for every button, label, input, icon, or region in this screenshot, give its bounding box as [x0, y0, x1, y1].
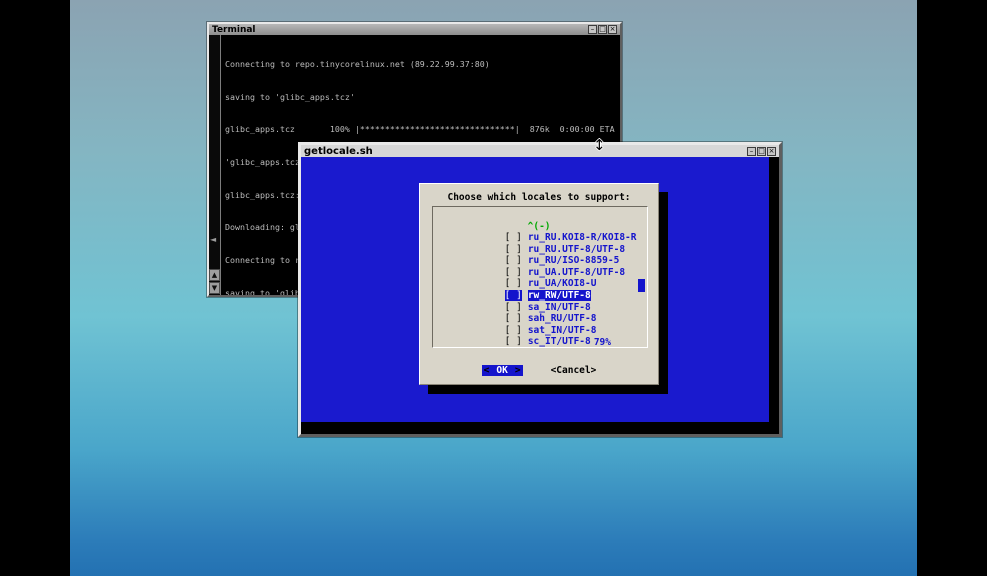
screen: { "colors": { "screen_blue": "#1a1ace", … — [0, 0, 987, 576]
list-scrollbar-thumb — [638, 279, 645, 292]
iconify-icon[interactable]: – — [747, 147, 756, 156]
scroll-up-indicator: ^(-) — [433, 209, 647, 221]
checkbox[interactable]: [ ] — [505, 313, 522, 324]
checkbox[interactable]: [ ] — [505, 255, 522, 266]
getlocale-titlebar[interactable]: getlocale.sh – □ × — [301, 145, 779, 157]
close-icon[interactable]: × — [608, 25, 617, 34]
scroll-down-indicator: v(+) 79% — [433, 337, 647, 348]
close-icon[interactable]: × — [767, 147, 776, 156]
dialog-screen: Choose which locales to support: ^(-) [ … — [301, 157, 769, 422]
getlocale-body: Choose which locales to support: ^(-) [ … — [301, 157, 779, 434]
terminal-scrollbar[interactable]: ◄ ▲ ▼ — [209, 35, 221, 295]
resize-cursor-icon: ↕ — [593, 136, 606, 154]
cancel-button[interactable]: <Cancel> — [551, 365, 597, 376]
checkbox[interactable]: [ ] — [505, 278, 522, 289]
terminal-title: Terminal — [212, 25, 256, 35]
scroll-up-icon[interactable]: ▲ — [209, 269, 220, 281]
checkbox[interactable]: [ ] — [505, 302, 522, 313]
dialog-title: Choose which locales to support: — [420, 192, 658, 203]
terminal-line: glibc_apps.tcz 100% |*******************… — [225, 124, 620, 135]
locale-list: ^(-) [ ]ru_RU.KOI8-R/KOI8-R [ ]ru_RU.UTF… — [432, 206, 648, 348]
scroll-down-icon[interactable]: ▼ — [209, 282, 220, 294]
locale-dialog: Choose which locales to support: ^(-) [ … — [419, 183, 659, 385]
scrollbar-thumb-icon[interactable]: ◄ — [210, 235, 216, 244]
terminal-window-controls: – □ × — [588, 25, 617, 34]
iconify-icon[interactable]: – — [588, 25, 597, 34]
ok-button[interactable]: <OK> — [482, 365, 523, 376]
getlocale-title: getlocale.sh — [304, 146, 373, 157]
getlocale-window-controls: – □ × — [747, 147, 776, 156]
getlocale-window: getlocale.sh – □ × Choose which locales … — [298, 142, 782, 437]
maximize-icon[interactable]: □ — [757, 147, 766, 156]
checkbox[interactable]: [ ] — [505, 267, 522, 278]
checkbox[interactable]: [ ] — [505, 290, 522, 301]
dialog-buttons: <OK> <Cancel> — [420, 365, 658, 376]
terminal-line: Connecting to repo.tinycorelinux.net (89… — [225, 59, 620, 70]
terminal-titlebar[interactable]: Terminal – □ × — [209, 24, 620, 35]
terminal-line: saving to 'glibc_apps.tcz' — [225, 92, 620, 103]
checkbox[interactable]: [ ] — [505, 244, 522, 255]
scroll-percent: 79% — [594, 337, 611, 348]
checkbox[interactable]: [ ] — [505, 232, 522, 243]
maximize-icon[interactable]: □ — [598, 25, 607, 34]
checkbox[interactable]: [ ] — [505, 325, 522, 336]
